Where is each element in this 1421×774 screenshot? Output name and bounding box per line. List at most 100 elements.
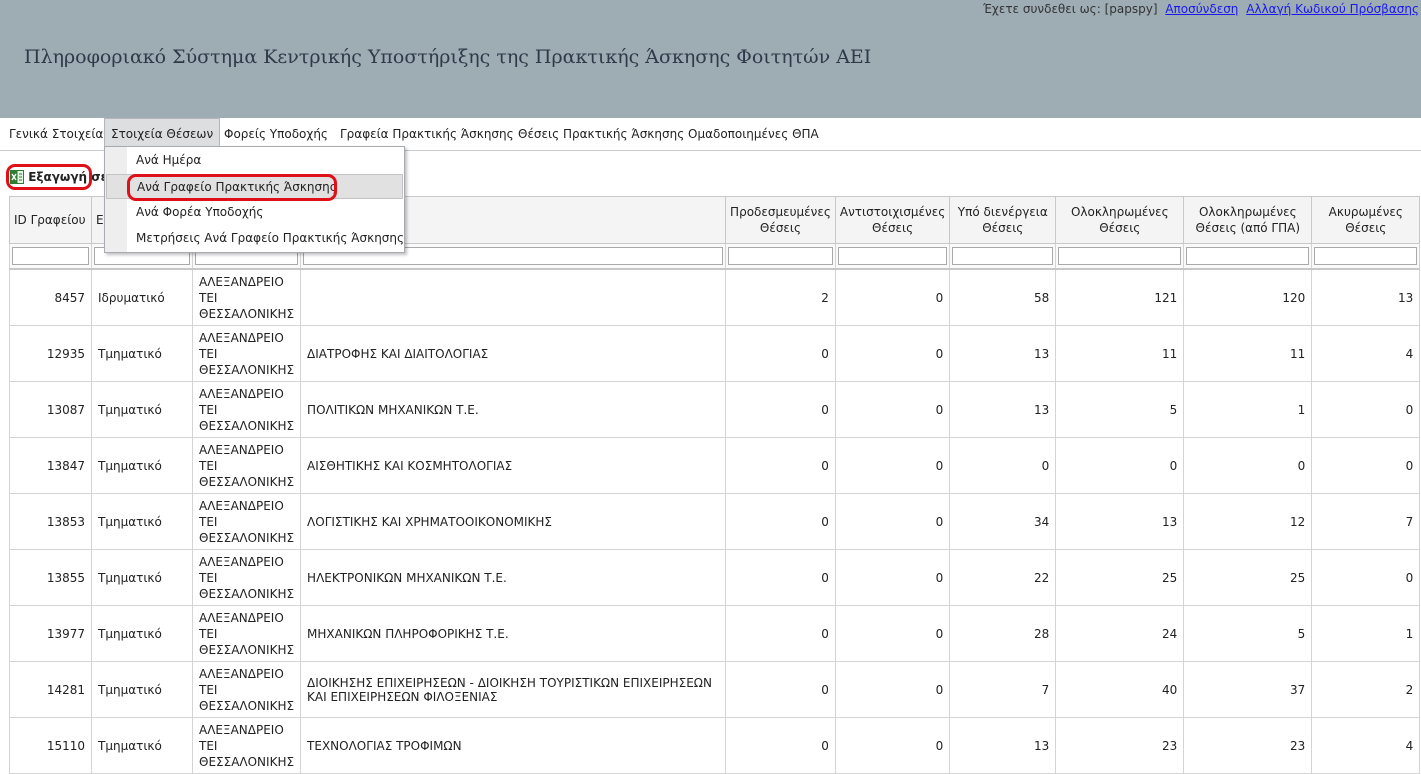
cancelled-cell: 4 [1311, 325, 1421, 382]
completed-by-office-cell: 5 [1183, 605, 1313, 662]
cancelled-cell: 0 [1311, 549, 1421, 606]
office-type-cell: Ιδρυματικό [91, 268, 193, 326]
menu-grouped-positions[interactable]: Ομαδοποιημένες ΘΠΑ [688, 118, 819, 150]
institution-cell: ΑΛΕΞΑΝΔΡΕΙΟ ΤΕΙ ΘΕΣΣΑΛΟΝΙΚΗΣ [191, 717, 302, 774]
change-password-link[interactable]: Αλλαγή Κωδικού Πρόσβασης [1246, 2, 1419, 16]
completed-by-office-cell: 1 [1183, 381, 1313, 438]
column-header-cancelled[interactable]: Ακυρωμένες Θέσεις [1311, 196, 1421, 244]
menu-general-info[interactable]: Γενικά Στοιχεία [9, 118, 103, 150]
department-cell [300, 268, 727, 326]
pre-assigned-cell: 2 [725, 268, 836, 326]
office-type-cell: Τμηματικό [91, 437, 193, 494]
office-type-cell: Τμηματικό [91, 661, 193, 718]
matched-cell: 0 [834, 325, 951, 382]
completed-by-office-cell: 25 [1183, 549, 1313, 606]
department-cell: ΔΙΟΙΚΗΣΗΣ ΕΠΙΧΕΙΡΗΣΕΩΝ - ΔΙΟΙΚΗΣΗ ΤΟΥΡΙΣ… [300, 661, 727, 718]
cancelled-cell: 13 [1311, 268, 1421, 326]
dropdown-item-measurements-per-office[interactable]: Μετρήσεις Ανά Γραφείο Πρακτικής Άσκησης [106, 226, 405, 251]
column-header-matched[interactable]: Αντιστοιχισμένες Θέσεις [834, 196, 951, 244]
cancelled-cell: 0 [1311, 437, 1421, 494]
matched-cell: 0 [834, 493, 951, 550]
department-cell: ΜΗΧΑΝΙΚΩΝ ΠΛΗΡΟΦΟΡΙΚΗΣ Τ.Ε. [300, 605, 727, 662]
in-progress-cell: 7 [949, 661, 1057, 718]
column-header-completed[interactable]: Ολοκληρωμένες Θέσεις [1055, 196, 1185, 244]
table-row[interactable]: 13087 Τμηματικό ΑΛΕΞΑΝΔΡΕΙΟ ΤΕΙ ΘΕΣΣΑΛΟΝΙΚ… [9, 381, 1421, 438]
site-title: Πληροφοριακό Σύστημα Κεντρικής Υποστήριξ… [24, 46, 872, 68]
dropdown-item-label: Ανά Ημέρα [136, 153, 202, 167]
in-progress-cell: 28 [949, 605, 1057, 662]
in-progress-cell: 13 [949, 325, 1057, 382]
filter-input[interactable] [1314, 247, 1418, 265]
filter-input[interactable] [728, 247, 833, 265]
pre-assigned-cell: 0 [725, 661, 836, 718]
pre-assigned-cell: 0 [725, 437, 836, 494]
table-row[interactable]: 13855 Τμηματικό ΑΛΕΞΑΝΔΡΕΙΟ ΤΕΙ ΘΕΣΣΑΛΟΝΙΚ… [9, 549, 1421, 606]
positions-dropdown-menu: Ανά Ημέρα Ανά Γραφείο Πρακτικής Άσκησης … [104, 146, 405, 253]
dropdown-item-per-host[interactable]: Ανά Φορέα Υποδοχής [106, 200, 403, 225]
filter-input[interactable] [1058, 247, 1182, 265]
department-cell: ΛΟΓΙΣΤΙΚΗΣ ΚΑΙ ΧΡΗΜΑΤΟΟΙΚΟΝΟΜΙΚΗΣ [300, 493, 727, 550]
table-row[interactable]: 13977 Τμηματικό ΑΛΕΞΑΝΔΡΕΙΟ ΤΕΙ ΘΕΣΣΑΛΟΝΙΚ… [9, 605, 1421, 662]
completed-by-office-cell: 23 [1183, 717, 1313, 774]
completed-cell: 11 [1055, 325, 1185, 382]
table-row[interactable]: 12935 Τμηματικό ΑΛΕΞΑΝΔΡΕΙΟ ΤΕΙ ΘΕΣΣΑΛΟΝΙΚ… [9, 325, 1421, 382]
filter-input[interactable] [1186, 247, 1310, 265]
filter-input[interactable] [12, 247, 89, 265]
completed-cell: 13 [1055, 493, 1185, 550]
column-header-completed-by-office[interactable]: Ολοκληρωμένες Θέσεις (από ΓΠΑ) [1183, 196, 1313, 244]
completed-cell: 40 [1055, 661, 1185, 718]
matched-cell: 0 [834, 381, 951, 438]
matched-cell: 0 [834, 661, 951, 718]
in-progress-cell: 58 [949, 268, 1057, 326]
department-cell: ΗΛΕΚΤΡΟΝΙΚΩΝ ΜΗΧΑΝΙΚΩΝ Τ.Ε. [300, 549, 727, 606]
office-type-cell: Τμηματικό [91, 549, 193, 606]
dropdown-item-per-day[interactable]: Ανά Ημέρα [106, 148, 403, 173]
cancelled-cell: 1 [1311, 605, 1421, 662]
office-id-cell: 13087 [9, 381, 92, 438]
table-row[interactable]: 15110 Τμηματικό ΑΛΕΞΑΝΔΡΕΙΟ ΤΕΙ ΘΕΣΣΑΛΟΝΙΚ… [9, 717, 1421, 774]
completed-cell: 24 [1055, 605, 1185, 662]
institution-cell: ΑΛΕΞΑΝΔΡΕΙΟ ΤΕΙ ΘΕΣΣΑΛΟΝΙΚΗΣ [191, 381, 302, 438]
office-type-cell: Τμηματικό [91, 493, 193, 550]
table-row[interactable]: 13853 Τμηματικό ΑΛΕΞΑΝΔΡΕΙΟ ΤΕΙ ΘΕΣΣΑΛΟΝΙΚ… [9, 493, 1421, 550]
in-progress-cell: 13 [949, 381, 1057, 438]
table-row[interactable]: 8457 Ιδρυματικό ΑΛΕΞΑΝΔΡΕΙΟ ΤΕΙ ΘΕΣΣΑΛΟΝΙΚ… [9, 268, 1421, 326]
menu-internship-positions[interactable]: Θέσεις Πρακτικής Άσκησης [518, 118, 684, 150]
login-bar: Έχετε συνδεθει ως: [papspy] Αποσύνδεση Α… [983, 2, 1419, 16]
matched-cell: 0 [834, 717, 951, 774]
filter-input[interactable] [837, 247, 948, 265]
matched-cell: 0 [834, 437, 951, 494]
dropdown-item-label: Μετρήσεις Ανά Γραφείο Πρακτικής Άσκησης [136, 231, 405, 245]
completed-cell: 0 [1055, 437, 1185, 494]
table-row[interactable]: 13847 Τμηματικό ΑΛΕΞΑΝΔΡΕΙΟ ΤΕΙ ΘΕΣΣΑΛΟΝΙΚ… [9, 437, 1421, 494]
column-header-office-id[interactable]: ID Γραφείου [9, 196, 92, 244]
institution-cell: ΑΛΕΞΑΝΔΡΕΙΟ ΤΕΙ ΘΕΣΣΑΛΟΝΙΚΗΣ [191, 661, 302, 718]
office-type-cell: Τμηματικό [91, 325, 193, 382]
completed-by-office-cell: 37 [1183, 661, 1313, 718]
dropdown-item-per-office[interactable]: Ανά Γραφείο Πρακτικής Άσκησης [106, 174, 403, 199]
export-button[interactable]: Εξαγωγή σε [10, 168, 107, 188]
pre-assigned-cell: 0 [725, 717, 836, 774]
filter-input[interactable] [952, 247, 1054, 265]
office-type-cell: Τμηματικό [91, 381, 193, 438]
office-id-cell: 13977 [9, 605, 92, 662]
completed-cell: 23 [1055, 717, 1185, 774]
pre-assigned-cell: 0 [725, 493, 836, 550]
logout-link[interactable]: Αποσύνδεση [1165, 2, 1238, 16]
department-cell: ΔΙΑΤΡΟΦΗΣ ΚΑΙ ΔΙΑΙΤΟΛΟΓΙΑΣ [300, 325, 727, 382]
pre-assigned-cell: 0 [725, 549, 836, 606]
institution-cell: ΑΛΕΞΑΝΔΡΕΙΟ ΤΕΙ ΘΕΣΣΑΛΟΝΙΚΗΣ [191, 493, 302, 550]
statistics-table: ID Γραφείου Ε Προδεσμευμένες Θέσεις Αντι… [9, 196, 1421, 774]
column-header-pre-assigned[interactable]: Προδεσμευμένες Θέσεις [725, 196, 836, 244]
logged-in-as-text: Έχετε συνδεθει ως: [papspy] [982, 2, 1158, 16]
completed-by-office-cell: 0 [1183, 437, 1313, 494]
in-progress-cell: 34 [949, 493, 1057, 550]
export-label: Εξαγωγή σε [28, 170, 108, 184]
table-row[interactable]: 14281 Τμηματικό ΑΛΕΞΑΝΔΡΕΙΟ ΤΕΙ ΘΕΣΣΑΛΟΝΙΚ… [9, 661, 1421, 718]
matched-cell: 0 [834, 549, 951, 606]
office-type-cell: Τμηματικό [91, 717, 193, 774]
completed-by-office-cell: 120 [1183, 268, 1313, 326]
institution-cell: ΑΛΕΞΑΝΔΡΕΙΟ ΤΕΙ ΘΕΣΣΑΛΟΝΙΚΗΣ [191, 437, 302, 494]
column-header-in-progress[interactable]: Υπό διενέργεια Θέσεις [949, 196, 1057, 244]
office-id-cell: 13855 [9, 549, 92, 606]
